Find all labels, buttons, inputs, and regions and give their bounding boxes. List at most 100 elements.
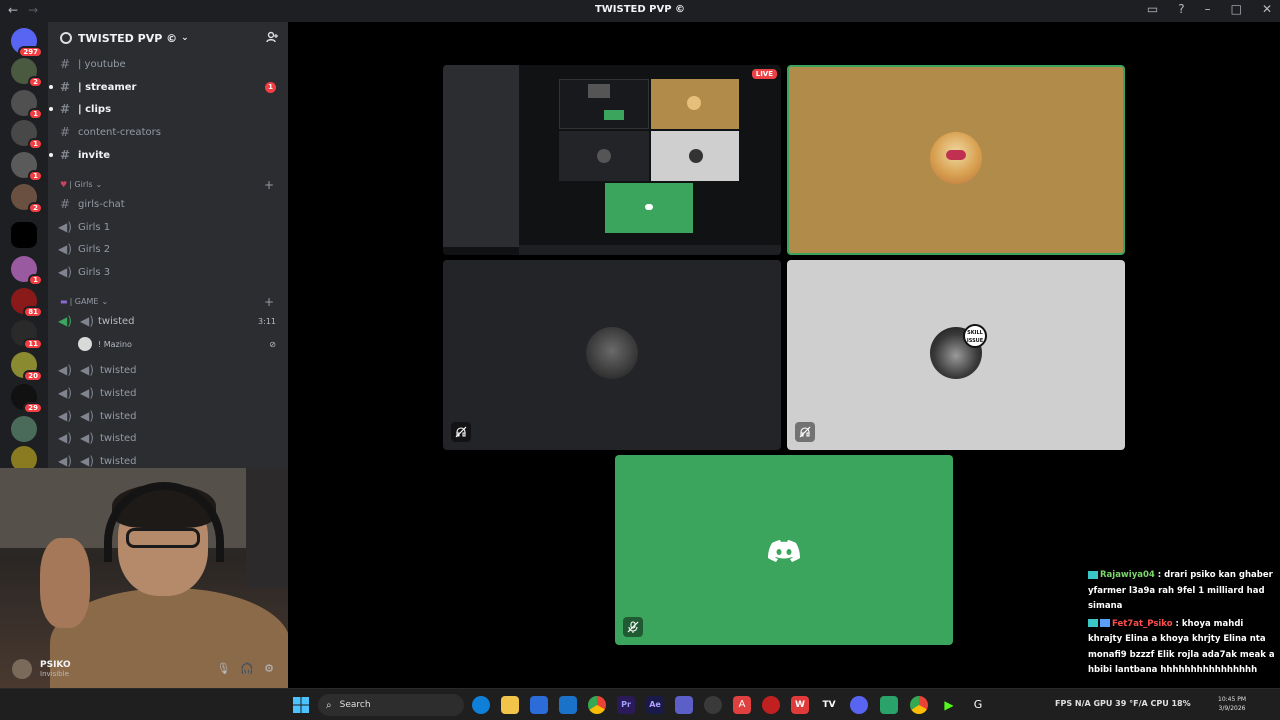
server-icon[interactable]: 1 bbox=[11, 256, 43, 286]
stats-text: FPS N/A GPU 39 °F/A CPU 18% bbox=[1055, 699, 1191, 708]
guild-header[interactable]: TWISTED PVP © ⌄ bbox=[48, 22, 288, 54]
mini-taskbar bbox=[519, 245, 781, 255]
voice-user[interactable]: ! Mazino ⊘ bbox=[78, 335, 278, 353]
teams-icon[interactable] bbox=[675, 696, 693, 714]
channel-label: invite bbox=[78, 149, 111, 161]
channel-streamer[interactable]: # | streamer 1 bbox=[49, 77, 280, 97]
speaker-icon: ◀) bbox=[58, 454, 72, 468]
server-icon[interactable]: 1 bbox=[11, 90, 43, 120]
chat-username: Rajawiya04 bbox=[1100, 570, 1155, 580]
inbox-icon[interactable]: ▭ bbox=[1147, 2, 1158, 16]
server-icon[interactable]: 81 bbox=[11, 288, 43, 318]
app-icon[interactable] bbox=[704, 696, 722, 714]
window-title: TWISTED PVP © bbox=[594, 4, 686, 15]
voice-channel-twisted[interactable]: ◀) ◀) twisted 3:11 bbox=[56, 311, 280, 331]
channel-youtube[interactable]: # | youtube bbox=[56, 54, 280, 74]
voice-channel-twisted[interactable]: ◀) ◀) twisted bbox=[56, 406, 280, 426]
system-clock[interactable]: 10:45 PM 3/9/2026 bbox=[1218, 695, 1246, 713]
video-tile-speaking[interactable] bbox=[787, 65, 1125, 255]
taskbar-search[interactable]: ⌕ Search bbox=[318, 694, 464, 716]
server-icon[interactable]: 1 bbox=[11, 120, 43, 150]
gamepad-icon: ▬ bbox=[60, 297, 68, 306]
channel-girls-3[interactable]: ◀) Girls 3 bbox=[56, 262, 280, 282]
avatar[interactable] bbox=[12, 659, 32, 679]
channel-content-creators[interactable]: # content-creators bbox=[56, 122, 280, 142]
hash-icon: # bbox=[59, 80, 71, 94]
settings-gear-icon[interactable]: ⚙ bbox=[264, 662, 274, 675]
server-icon[interactable] bbox=[11, 416, 37, 442]
mini-tile bbox=[651, 79, 739, 129]
channel-invite[interactable]: # invite bbox=[49, 145, 280, 165]
add-member-icon[interactable] bbox=[266, 31, 278, 43]
app-icon[interactable] bbox=[762, 696, 780, 714]
maximize-icon[interactable]: □ bbox=[1231, 2, 1242, 16]
file-explorer-icon[interactable] bbox=[501, 696, 519, 714]
deafened-icon bbox=[451, 422, 471, 442]
add-channel-icon[interactable]: + bbox=[264, 295, 274, 309]
outlook-icon[interactable] bbox=[559, 696, 577, 714]
live-badge: LIVE bbox=[751, 69, 777, 79]
channel-label: | streamer bbox=[78, 81, 137, 93]
channel-girls-1[interactable]: ◀) Girls 1 bbox=[56, 217, 280, 237]
video-tile[interactable] bbox=[615, 455, 953, 645]
add-channel-icon[interactable]: + bbox=[264, 178, 274, 192]
close-icon[interactable]: ✕ bbox=[1262, 2, 1272, 16]
server-icon[interactable]: 2 bbox=[11, 58, 43, 88]
hash-icon: # bbox=[59, 148, 71, 162]
edge-icon[interactable] bbox=[472, 696, 490, 714]
glasses-shape bbox=[126, 528, 200, 548]
category-game[interactable]: ▬ | GAME ⌄ + bbox=[60, 295, 276, 309]
video-tile[interactable] bbox=[443, 260, 781, 450]
voice-channel-twisted[interactable]: ◀) ◀) twisted bbox=[56, 428, 280, 448]
clock-date: 3/9/2026 bbox=[1218, 705, 1246, 712]
server-icon[interactable] bbox=[11, 222, 37, 248]
home-icon[interactable]: 297 bbox=[11, 28, 43, 58]
minimize-icon[interactable]: – bbox=[1205, 2, 1211, 16]
category-girls[interactable]: ♥ | Girls ⌄ + bbox=[60, 178, 276, 192]
call-timer: 3:11 bbox=[258, 316, 276, 326]
help-icon[interactable]: ? bbox=[1178, 2, 1184, 16]
after-effects-icon[interactable]: Ae bbox=[646, 696, 664, 714]
headphones-icon[interactable]: 🎧 bbox=[240, 662, 254, 675]
video-tile[interactable]: SKILL ISSUE bbox=[787, 260, 1125, 450]
mini-tile bbox=[605, 183, 693, 233]
server-icon[interactable]: 2 bbox=[11, 184, 43, 214]
channel-girls-chat[interactable]: # girls-chat bbox=[56, 194, 280, 214]
user-info[interactable]: PSIKO Invisible bbox=[40, 660, 71, 678]
speaker-icon: ◀) bbox=[80, 454, 94, 468]
premiere-icon[interactable]: Pr bbox=[617, 696, 635, 714]
voice-channel-twisted[interactable]: ◀) ◀) twisted bbox=[56, 360, 280, 380]
server-badge: 1 bbox=[28, 108, 43, 120]
server-icon[interactable]: 11 bbox=[11, 320, 43, 350]
tradingview-icon[interactable]: TV bbox=[820, 696, 838, 714]
speaker-icon: ◀) bbox=[58, 242, 72, 256]
speaker-icon: ◀) bbox=[80, 431, 94, 445]
chevron-down-icon: ⌄ bbox=[101, 297, 109, 306]
screenshare-tile[interactable]: LIVE bbox=[443, 65, 781, 255]
acrobat-icon[interactable]: A bbox=[733, 696, 751, 714]
speaker-icon: ◀) bbox=[58, 431, 72, 445]
muted-mic-icon bbox=[623, 617, 643, 637]
discord-taskbar-icon[interactable] bbox=[850, 696, 868, 714]
performance-stats: FPS N/A GPU 39 °F/A CPU 18% bbox=[1055, 699, 1191, 708]
server-icon[interactable]: 1 bbox=[11, 152, 43, 182]
chrome-icon[interactable] bbox=[910, 696, 928, 714]
channel-label: twisted bbox=[100, 364, 137, 376]
server-icon[interactable]: 29 bbox=[11, 384, 43, 414]
channel-clips[interactable]: # | clips bbox=[49, 99, 280, 119]
chat-badge-icon bbox=[1088, 619, 1098, 627]
microphone-icon[interactable]: 🎙 bbox=[216, 662, 230, 675]
channel-girls-2[interactable]: ◀) Girls 2 bbox=[56, 239, 280, 259]
windows-start-icon[interactable] bbox=[293, 697, 309, 713]
wps-icon[interactable]: W bbox=[791, 696, 809, 714]
heart-icon: ♥ bbox=[60, 180, 68, 189]
kick-icon[interactable]: ▶ bbox=[940, 696, 958, 714]
channel-label: | clips bbox=[78, 103, 112, 115]
mini-tile bbox=[651, 131, 739, 181]
server-icon[interactable]: 20 bbox=[11, 352, 43, 382]
chrome-icon[interactable] bbox=[588, 696, 606, 714]
gsync-icon[interactable]: G bbox=[969, 696, 987, 714]
voice-channel-twisted[interactable]: ◀) ◀) twisted bbox=[56, 383, 280, 403]
app-icon[interactable] bbox=[880, 696, 898, 714]
store-icon[interactable] bbox=[530, 696, 548, 714]
